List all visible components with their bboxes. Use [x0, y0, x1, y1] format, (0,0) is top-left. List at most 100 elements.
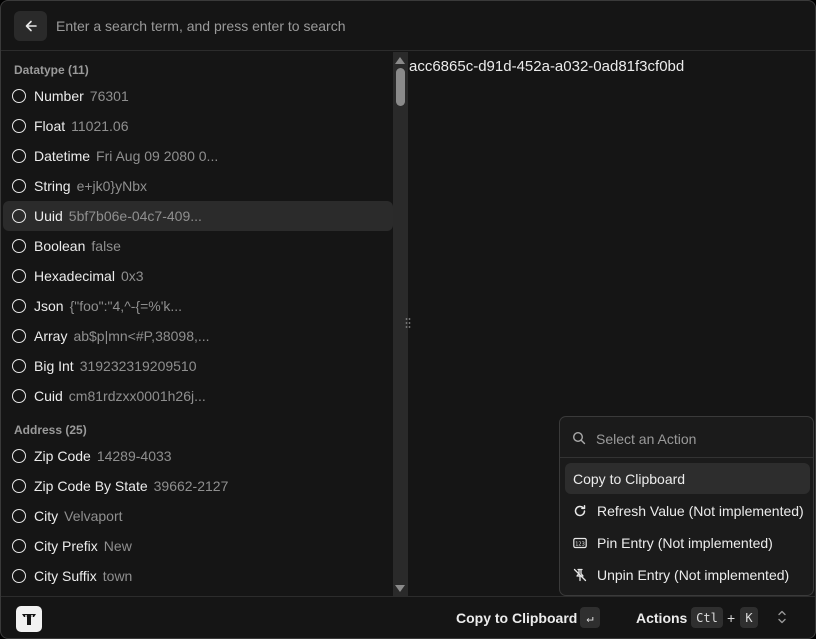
item-name: Array: [34, 328, 68, 344]
enter-key-hint: ↵: [580, 607, 600, 628]
item-value: {"foo":"4,^-{=%'k...: [69, 298, 183, 314]
item-name: City Suffix: [34, 568, 97, 584]
item-value: 76301: [89, 88, 129, 104]
list-item-datetime[interactable]: Datetime Fri Aug 09 2080 0...: [3, 141, 393, 171]
scroll-down-arrow-icon[interactable]: [395, 585, 405, 592]
arrow-left-icon: [25, 20, 37, 32]
radio-icon: [12, 539, 26, 553]
back-button[interactable]: [14, 11, 47, 41]
refresh-icon: [574, 505, 586, 517]
item-name: Datetime: [34, 148, 91, 164]
item-name: City Prefix: [34, 538, 98, 554]
item-value: cm81rdzxx0001h26j...: [68, 388, 206, 404]
list-item-hexadecimal[interactable]: Hexadecimal 0x3: [3, 261, 393, 291]
item-name: City: [34, 508, 59, 524]
list-item-city-suffix[interactable]: City Suffix town: [3, 561, 393, 591]
item-name: Zip Code By State: [34, 478, 148, 494]
radio-icon: [12, 509, 26, 523]
item-value: 5bf7b06e-04c7-409...: [68, 208, 202, 224]
footer-bar: Copy to Clipboard ↵ Actions Ctl + K: [1, 596, 815, 638]
item-name: Float: [34, 118, 66, 134]
item-name: Big Int: [34, 358, 74, 374]
item-value: Velvaport: [64, 508, 123, 524]
radio-icon: [12, 119, 26, 133]
search-input[interactable]: [56, 14, 776, 38]
radio-icon: [12, 449, 26, 463]
detail-value: acc6865c-d91d-452a-a032-0ad81f3cf0bd: [409, 58, 685, 75]
item-value: e+jk0}yNbx: [76, 178, 148, 194]
item-value: 0x3: [120, 268, 144, 284]
section-title-datatype: Datatype (11): [14, 63, 89, 77]
radio-icon: [12, 179, 26, 193]
action-label: Pin Entry (Not implemented): [597, 535, 773, 551]
list-item-boolean[interactable]: Boolean false: [3, 231, 393, 261]
divider: [560, 457, 813, 458]
radio-icon: [12, 299, 26, 313]
k-key-hint: K: [740, 607, 758, 628]
list-item-zip-code[interactable]: Zip Code 14289-4033: [3, 441, 393, 471]
radio-icon: [12, 149, 26, 163]
list-item-number[interactable]: Number 76301: [3, 81, 393, 111]
item-value: town: [102, 568, 133, 584]
list-item-string[interactable]: String e+jk0}yNbx: [3, 171, 393, 201]
radio-icon: [12, 89, 26, 103]
item-name: Hexadecimal: [34, 268, 115, 284]
action-label: Unpin Entry (Not implemented): [597, 567, 790, 583]
radio-icon: [12, 209, 26, 223]
list-item-array[interactable]: Array ab$p|mn<#P,38098,...: [3, 321, 393, 351]
radio-icon: [12, 239, 26, 253]
footer-actions-button[interactable]: Actions: [636, 610, 687, 626]
action-pin-entry[interactable]: 123 Pin Entry (Not implemented): [565, 527, 810, 558]
app-logo-icon: [16, 606, 42, 632]
action-search-input[interactable]: [596, 429, 806, 449]
list-item-zip-code-by-state[interactable]: Zip Code By State 39662-2127: [3, 471, 393, 501]
ctrl-key-hint: Ctl: [691, 607, 723, 628]
footer-copy-button[interactable]: Copy to Clipboard: [456, 610, 577, 626]
list-item-big-int[interactable]: Big Int 319232319209510: [3, 351, 393, 381]
chevron-up-down-icon[interactable]: [776, 608, 788, 626]
radio-icon: [12, 569, 26, 583]
radio-icon: [12, 359, 26, 373]
plus-sign: +: [727, 610, 736, 626]
list-item-cuid[interactable]: Cuid cm81rdzxx0001h26j...: [3, 381, 393, 411]
list-item-uuid[interactable]: Uuid 5bf7b06e-04c7-409...: [3, 201, 393, 231]
splitter-grip-icon[interactable]: [405, 317, 411, 329]
radio-icon: [12, 479, 26, 493]
item-name: String: [34, 178, 71, 194]
list-item-json[interactable]: Json {"foo":"4,^-{=%'k...: [3, 291, 393, 321]
radio-icon: [12, 389, 26, 403]
item-value: ab$p|mn<#P,38098,...: [73, 328, 210, 344]
scroll-thumb[interactable]: [396, 68, 405, 106]
item-value: New: [103, 538, 132, 554]
list-item-float[interactable]: Float 11021.06: [3, 111, 393, 141]
action-label: Refresh Value (Not implemented): [597, 503, 804, 519]
item-name: Zip Code: [34, 448, 91, 464]
item-name: Uuid: [34, 208, 63, 224]
number-pad-icon: 123: [573, 537, 587, 549]
item-name: Number: [34, 88, 84, 104]
section-title-address: Address (25): [14, 423, 87, 437]
item-value: 14289-4033: [96, 448, 172, 464]
item-value: 319232319209510: [79, 358, 197, 374]
action-menu: Copy to Clipboard Refresh Value (Not imp…: [559, 416, 814, 596]
radio-icon: [12, 329, 26, 343]
list-item-city[interactable]: City Velvaport: [3, 501, 393, 531]
action-refresh-value[interactable]: Refresh Value (Not implemented): [565, 495, 810, 526]
item-value: 39662-2127: [153, 478, 229, 494]
action-copy-to-clipboard[interactable]: Copy to Clipboard: [565, 463, 810, 494]
item-list: Datatype (11) Number 76301 Float 11021.06 …: [1, 52, 393, 596]
radio-icon: [12, 269, 26, 283]
svg-text:123: 123: [575, 541, 585, 547]
item-value: Fri Aug 09 2080 0...: [96, 148, 219, 164]
scroll-up-arrow-icon[interactable]: [395, 57, 405, 64]
item-name: Cuid: [34, 388, 63, 404]
list-item-city-prefix[interactable]: City Prefix New: [3, 531, 393, 561]
action-unpin-entry[interactable]: Unpin Entry (Not implemented): [565, 559, 810, 590]
item-name: Json: [34, 298, 64, 314]
app-window: Datatype (11) Number76301 Float11021.06 …: [0, 0, 816, 639]
item-name: Boolean: [34, 238, 86, 254]
pin-off-icon: [573, 568, 587, 582]
item-value: 11021.06: [71, 118, 129, 134]
action-label: Copy to Clipboard: [573, 471, 686, 487]
search-icon: [572, 431, 586, 445]
